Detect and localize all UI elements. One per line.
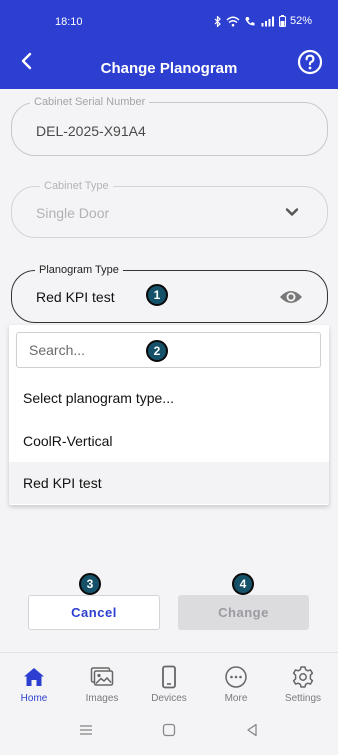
nav-item-home[interactable]: Home xyxy=(3,653,65,711)
gear-icon xyxy=(292,666,314,688)
step-badge-1: 1 xyxy=(146,284,168,306)
planogram-type-label: Planogram Type xyxy=(35,263,123,277)
nav-item-images[interactable]: Images xyxy=(71,653,133,711)
cabinet-type-label: Cabinet Type xyxy=(40,179,113,193)
home-nav-icon[interactable] xyxy=(162,723,176,737)
status-time: 18:10 xyxy=(55,16,83,28)
planogram-type-select[interactable]: Planogram Type Red KPI test xyxy=(11,263,328,323)
page-title: Change Planogram xyxy=(100,60,238,77)
chevron-down-icon xyxy=(285,208,299,216)
images-icon xyxy=(90,667,114,686)
step-badge-2: 2 xyxy=(146,340,168,362)
status-icons: 52% xyxy=(214,15,312,27)
app-header: 18:10 52% Change Planogram xyxy=(0,0,338,89)
nav-label-home: Home xyxy=(20,693,48,704)
help-button[interactable] xyxy=(297,49,323,75)
help-circle-icon xyxy=(297,49,323,75)
step-badge-4: 4 xyxy=(232,573,254,595)
more-icon xyxy=(225,666,247,688)
battery-icon xyxy=(278,15,286,27)
serial-number-label: Cabinet Serial Number xyxy=(30,95,150,109)
step-badge-3: 3 xyxy=(79,573,101,595)
nav-label-images: Images xyxy=(85,693,119,704)
system-nav-bar xyxy=(0,710,338,755)
dropdown-option-selected[interactable]: Red KPI test xyxy=(9,462,329,504)
cabinet-type-value: Single Door xyxy=(36,205,110,221)
dropdown-option[interactable]: Select planogram type... xyxy=(9,377,329,419)
change-button[interactable]: Change xyxy=(178,595,309,630)
wifi-icon xyxy=(226,16,240,26)
battery-percent: 52% xyxy=(289,15,312,27)
nav-item-more[interactable]: More xyxy=(205,653,267,711)
call-icon xyxy=(245,16,255,26)
cabinet-type-select[interactable]: Cabinet Type Single Door xyxy=(11,179,328,238)
signal-icon xyxy=(261,16,274,26)
home-icon xyxy=(24,668,44,686)
nav-item-settings[interactable]: Settings xyxy=(272,653,334,711)
phone-icon xyxy=(162,665,176,689)
nav-label-devices: Devices xyxy=(151,693,187,704)
serial-number-field[interactable]: Cabinet Serial Number DEL-2025-X91A4 xyxy=(11,95,328,156)
nav-item-devices[interactable]: Devices xyxy=(138,653,200,711)
status-bar: 18:10 52% xyxy=(0,0,338,42)
nav-label-settings: Settings xyxy=(284,693,322,704)
serial-number-value: DEL-2025-X91A4 xyxy=(36,123,146,139)
planogram-type-value: Red KPI test xyxy=(36,289,115,305)
nav-label-more: More xyxy=(224,693,248,704)
back-nav-icon[interactable] xyxy=(245,723,259,737)
search-input[interactable] xyxy=(16,332,321,368)
cancel-button[interactable]: Cancel xyxy=(28,595,160,630)
recent-apps-icon[interactable] xyxy=(79,723,93,737)
bottom-nav: Home Images Devices More Settings xyxy=(0,652,338,710)
dropdown-option[interactable]: CoolR-Vertical xyxy=(9,420,329,462)
planogram-dropdown: Select planogram type... CoolR-Vertical … xyxy=(9,325,329,505)
eye-icon[interactable] xyxy=(279,289,303,305)
bluetooth-icon xyxy=(214,15,221,27)
